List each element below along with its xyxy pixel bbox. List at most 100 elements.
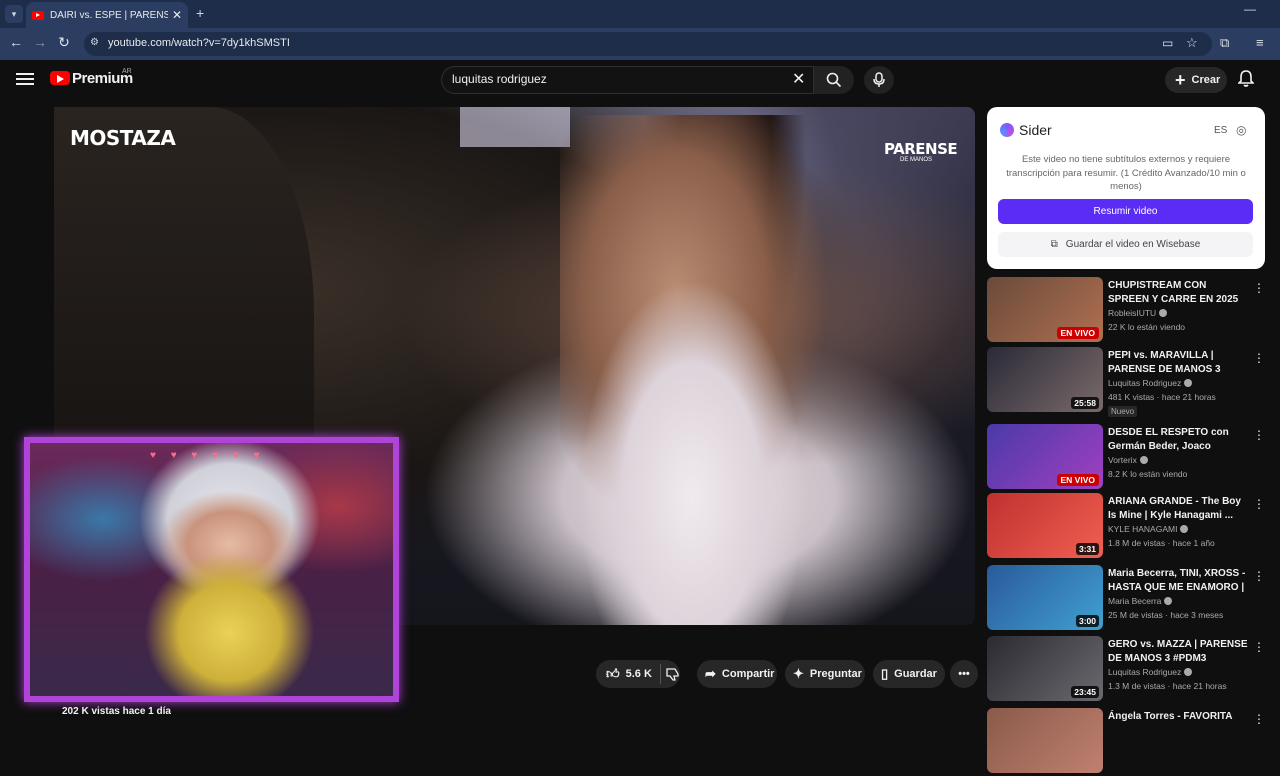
save-button[interactable]: ▯ Guardar	[873, 660, 945, 688]
verified-icon	[1139, 456, 1148, 464]
bookmark-add-icon: ⧉	[1050, 239, 1058, 250]
sider-settings-icon[interactable]: ◎	[1236, 123, 1246, 137]
youtube-favicon-icon	[32, 10, 44, 20]
video-title[interactable]: DESDE EL RESPETO con Germán Beder, Joaco…	[1108, 426, 1248, 454]
extensions-icon[interactable]: ⧉	[1220, 35, 1229, 51]
duration-badge: 3:00	[1075, 615, 1099, 627]
channel-name-text: RobleisIUTU	[1108, 308, 1157, 318]
more-actions-button[interactable]: •••	[950, 660, 978, 688]
back-icon[interactable]: ←	[6, 34, 26, 50]
video-title[interactable]: Maria Becerra, TINI, XROSS - HASTA QUE M…	[1108, 567, 1248, 595]
channel-name-text: Luquitas Rodriguez	[1108, 378, 1182, 388]
share-button[interactable]: ➦ Compartir	[697, 660, 777, 688]
browser-tab-strip	[0, 0, 1280, 28]
hamburger-menu-icon[interactable]	[16, 70, 34, 88]
voice-search-button[interactable]	[864, 66, 894, 94]
video-title[interactable]: PEPI vs. MARAVILLA | PARENSE DE MANOS 3 …	[1108, 349, 1248, 377]
video-title[interactable]: GERO vs. MAZZA | PARENSE DE MANOS 3 #PDM…	[1108, 638, 1248, 666]
dislike-button[interactable]	[660, 660, 686, 688]
live-badge: EN VIVO	[1056, 327, 1099, 339]
share-icon: ➦	[705, 666, 716, 681]
browser-tab[interactable]: DAIRI vs. ESPE | PARENSE DE M ✕	[26, 2, 188, 28]
video-thumbnail[interactable]: 3:31	[987, 493, 1103, 558]
sider-language-selector[interactable]: ES	[1214, 125, 1227, 136]
create-button[interactable]: + Crear	[1165, 67, 1227, 93]
video-meta: 1.8 M de vistas · hace 1 año	[1108, 538, 1215, 548]
reading-list-icon[interactable]: ≡	[1256, 35, 1264, 50]
verified-icon	[1184, 668, 1193, 676]
video-thumbnail[interactable]	[987, 708, 1103, 773]
microphone-icon	[873, 72, 885, 87]
duration-badge: 25:58	[1071, 397, 1099, 409]
channel-name-text: Luquitas Rodriguez	[1108, 667, 1182, 677]
tab-close-icon[interactable]: ✕	[172, 8, 182, 22]
video-thumbnail[interactable]: EN VIVO	[987, 277, 1103, 342]
url-text[interactable]: youtube.com/watch?v=7dy1khSMSTI	[108, 37, 290, 49]
video-meta: 481 K vistas · hace 21 horas	[1108, 392, 1216, 402]
more-options-icon[interactable]: ⋮	[1253, 712, 1265, 726]
ask-button[interactable]: ✦ Preguntar	[785, 660, 865, 688]
site-info-icon[interactable]: ⚙	[90, 37, 99, 48]
video-title[interactable]: Ángela Torres - FAVORITA	[1108, 710, 1248, 724]
video-title[interactable]: CHUPISTREAM CON SPREEN Y CARRE EN 2025	[1108, 279, 1248, 307]
notifications-bell-icon[interactable]	[1237, 70, 1255, 93]
more-options-icon[interactable]: ⋮	[1253, 351, 1265, 365]
channel-name[interactable]: Luquitas Rodriguez	[1108, 378, 1193, 388]
tab-list-button[interactable]: ▾	[5, 5, 23, 23]
reload-icon[interactable]: ↻	[54, 34, 74, 51]
video-thumbnail[interactable]: 3:00	[987, 565, 1103, 630]
youtube-logo-icon[interactable]	[50, 71, 70, 85]
sparkle-icon: ✦	[793, 666, 804, 681]
video-watermark-right: PARENSE	[884, 140, 958, 158]
video-watermark-right-sub: DE MANOS	[900, 157, 933, 163]
logo-country-code: AR	[122, 68, 132, 75]
create-label: Crear	[1191, 74, 1221, 86]
recommendation-item[interactable]: 3:31 ARIANA GRANDE - The Boy Is Mine | Ky…	[987, 493, 1270, 561]
webcam-string-lights: ♥ ♥ ♥ ♥ ♥ ♥	[150, 450, 266, 461]
video-meta: 25 M de vistas · hace 3 meses	[1108, 610, 1224, 620]
sider-message: Este video no tiene subtítulos externos …	[1006, 154, 1246, 192]
more-options-icon[interactable]: ⋮	[1253, 281, 1265, 295]
more-options-icon[interactable]: ⋮	[1253, 569, 1265, 583]
bookmark-star-icon[interactable]: ☆	[1186, 35, 1198, 51]
verified-icon	[1184, 379, 1193, 387]
channel-name[interactable]: RobleisIUTU	[1108, 308, 1168, 318]
video-thumbnail[interactable]: EN VIVO	[987, 424, 1103, 489]
save-to-wisebase-button[interactable]: ⧉ Guardar el video en Wisebase	[998, 232, 1253, 257]
duration-badge: 23:45	[1071, 686, 1099, 698]
duration-badge: 3:31	[1075, 543, 1099, 555]
live-badge: EN VIVO	[1056, 474, 1099, 486]
channel-name[interactable]: Luquitas Rodriguez	[1108, 667, 1193, 677]
channel-name[interactable]: KYLE HANAGAMI	[1108, 524, 1189, 534]
video-title[interactable]: ARIANA GRANDE - The Boy Is Mine | Kyle H…	[1108, 495, 1248, 523]
new-tab-button[interactable]: +	[196, 5, 204, 21]
channel-name[interactable]: Vorterix	[1108, 455, 1148, 465]
thumbs-up-icon: 👍︎	[606, 666, 620, 681]
new-badge: Nuevo	[1108, 406, 1138, 417]
video-thumbnail[interactable]: 25:58	[987, 347, 1103, 412]
forward-icon[interactable]: →	[30, 34, 50, 50]
recommendation-item[interactable]: EN VIVO DESDE EL RESPETO con Germán Beder…	[987, 424, 1270, 492]
cast-icon[interactable]: ▭	[1162, 36, 1173, 50]
more-options-icon[interactable]: ⋮	[1253, 640, 1265, 654]
video-meta: 22 K lo están viendo	[1108, 322, 1186, 332]
video-thumbnail[interactable]: 23:45	[987, 636, 1103, 701]
recommendation-item[interactable]: 3:00 Maria Becerra, TINI, XROSS - HASTA Q…	[987, 565, 1270, 633]
recommendation-item[interactable]: 25:58 PEPI vs. MARAVILLA | PARENSE DE MAN…	[987, 347, 1270, 417]
recommendation-item[interactable]: Ángela Torres - FAVORITA ⋮	[987, 708, 1270, 776]
channel-name[interactable]: Maria Becerra	[1108, 596, 1173, 606]
more-options-icon[interactable]: ⋮	[1253, 497, 1265, 511]
search-query[interactable]: luquitas rodriguez	[452, 72, 547, 86]
minimize-icon[interactable]: —	[1244, 2, 1256, 16]
more-options-icon[interactable]: ⋮	[1253, 428, 1265, 442]
search-button[interactable]	[814, 66, 854, 94]
plus-icon: +	[1175, 70, 1186, 90]
summarize-video-button[interactable]: Resumir video	[998, 199, 1253, 224]
clear-search-icon[interactable]: ✕	[792, 69, 805, 89]
recommendation-item[interactable]: 23:45 GERO vs. MAZZA | PARENSE DE MANOS 3…	[987, 636, 1270, 704]
share-label: Compartir	[721, 668, 775, 680]
recommendation-item[interactable]: EN VIVO CHUPISTREAM CON SPREEN Y CARRE EN…	[987, 277, 1270, 345]
tab-title: DAIRI vs. ESPE | PARENSE DE M	[50, 9, 168, 21]
video-figure-boxer	[560, 115, 890, 625]
save-label: Guardar	[894, 668, 937, 680]
